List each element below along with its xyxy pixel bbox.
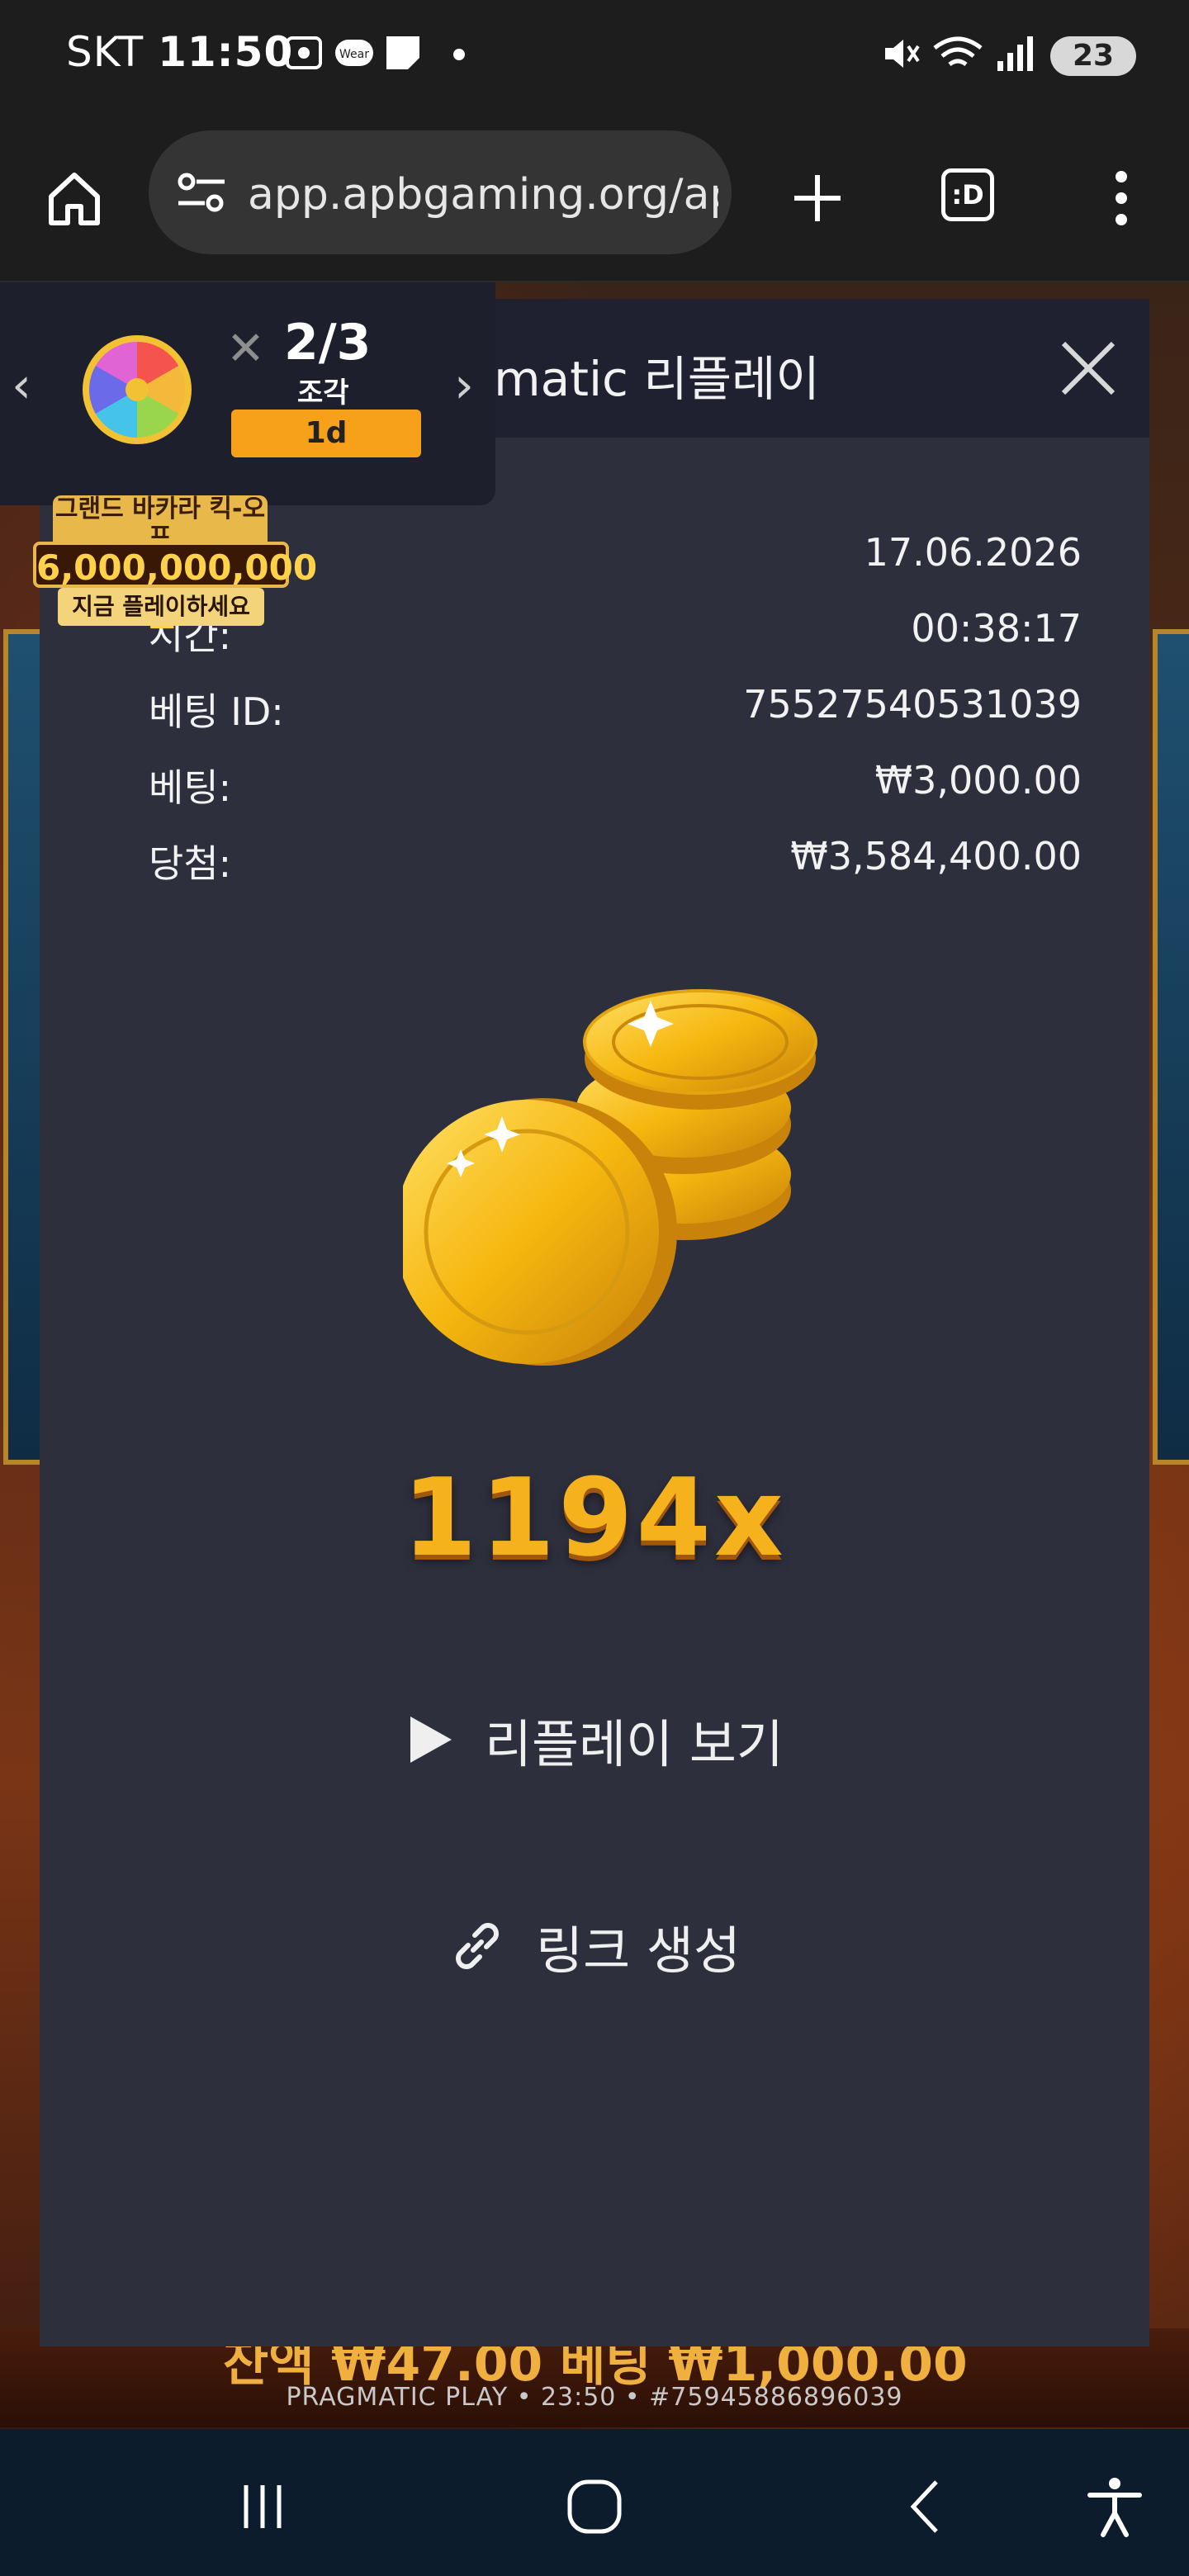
address-bar[interactable]: app.apbgaming.org/ap — [149, 130, 732, 254]
notification-dot-icon — [453, 49, 465, 60]
create-link-label: 링크 생성 — [536, 1920, 741, 1981]
url-text: app.apbgaming.org/ap — [248, 170, 718, 220]
promo-close-icon[interactable]: ✕ — [226, 322, 265, 376]
link-icon — [456, 1923, 499, 1969]
carrier-label: SKT — [66, 28, 144, 76]
info-value-bet-id: 75527540531039 — [743, 682, 1082, 727]
status-time: SKT 11:50 — [66, 28, 293, 76]
reel-right — [1153, 629, 1189, 1465]
coins-icon — [403, 989, 817, 1366]
create-link-button[interactable]: 링크 생성 — [40, 1909, 1149, 1983]
info-label: 베팅: — [149, 765, 232, 810]
game-caption: PRAGMATIC PLAY • 23:50 • #75945886896039 — [286, 2383, 903, 2412]
tab-count: :D — [941, 168, 994, 221]
info-value-date: 17.06.2026 — [864, 530, 1082, 575]
win-multiplier: 1194x — [402, 1455, 787, 1580]
promo-prev-icon[interactable]: ‹ — [12, 357, 31, 414]
info-row-win: 당첨: ₩3,584,400.00 — [149, 834, 1082, 892]
promo-banner[interactable]: 그랜드 바카라 킥-오프 6,000,000,000원 지금 플레이하세요 — [33, 495, 317, 634]
wifi-icon — [933, 36, 983, 67]
mute-icon — [885, 40, 920, 68]
info-value-bet: ₩3,000.00 — [874, 758, 1082, 803]
wear-icon: Wear — [335, 40, 373, 66]
svg-text:Wear: Wear — [339, 48, 369, 61]
back-icon[interactable] — [893, 2474, 959, 2540]
signal-icon — [997, 36, 1033, 71]
info-row-bet: 베팅: ₩3,000.00 — [149, 758, 1082, 816]
info-value-win: ₩3,584,400.00 — [790, 834, 1082, 878]
play-icon — [410, 1717, 452, 1763]
status-bar: SKT 11:50 Wear 23 — [0, 0, 1189, 116]
promo-count: 2/3 — [284, 314, 372, 372]
more-menu-icon[interactable] — [1080, 157, 1163, 239]
watch-replay-label: 리플레이 보기 — [485, 1714, 784, 1774]
info-value-time: 00:38:17 — [911, 606, 1082, 651]
battery-indicator: 23 — [1050, 36, 1136, 76]
promo-unit: 조각 — [297, 376, 349, 410]
home-icon[interactable] — [33, 157, 116, 239]
recent-apps-icon[interactable] — [230, 2474, 296, 2540]
accessibility-icon[interactable] — [1082, 2474, 1148, 2540]
watch-replay-button[interactable]: 리플레이 보기 — [40, 1702, 1149, 1777]
promo-timer-badge: 1d — [231, 410, 421, 457]
tab-switcher-button[interactable]: :D — [930, 157, 1012, 239]
promo-next-icon[interactable]: › — [454, 357, 474, 414]
home-button-icon[interactable] — [561, 2474, 628, 2540]
notes-icon — [386, 36, 419, 69]
browser-toolbar: app.apbgaming.org/ap :D — [0, 116, 1189, 282]
promo-banner-amount: 6,000,000,000원 — [33, 542, 317, 634]
promo-banner-cta: 지금 플레이하세요 — [58, 588, 264, 626]
system-nav-bar — [0, 2429, 1189, 2576]
info-label: 당첨: — [149, 841, 232, 886]
info-label: 베팅 ID: — [149, 689, 284, 734]
prize-wheel-icon[interactable] — [83, 335, 192, 444]
site-settings-icon[interactable] — [175, 167, 228, 220]
clock: 11:50 — [158, 28, 294, 76]
close-icon[interactable] — [1055, 335, 1121, 401]
screenshot-icon — [286, 36, 322, 69]
promo-widget[interactable]: ‹ ✕ 2/3 조각 1d › — [0, 282, 495, 505]
info-row-bet-id: 베팅 ID: 75527540531039 — [149, 682, 1082, 740]
new-tab-icon[interactable] — [776, 157, 859, 239]
